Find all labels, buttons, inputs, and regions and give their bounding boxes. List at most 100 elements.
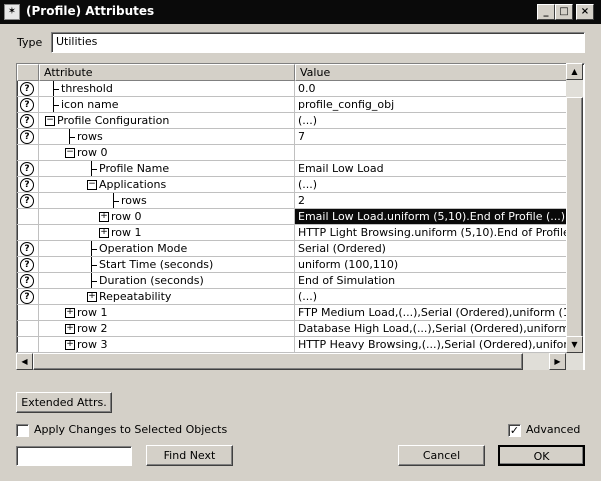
value-cell[interactable]: Serial (Ordered) — [295, 241, 567, 257]
attribute-cell[interactable]: icon name — [39, 97, 295, 113]
help-icon[interactable]: ? — [20, 194, 34, 208]
title-bar[interactable]: ✶ (Profile) Attributes _ □ × — [0, 0, 601, 24]
attribute-cell[interactable]: + row 3 — [39, 337, 295, 353]
tree-line — [53, 89, 59, 90]
horizontal-scrollbar[interactable]: ◀ ▶ — [16, 353, 566, 370]
value-cell[interactable]: Database High Load,(...),Serial (Ordered… — [295, 321, 567, 337]
grid-row[interactable]: ? rows 7 — [17, 129, 567, 145]
maximize-button[interactable]: □ — [555, 4, 573, 20]
advanced-label[interactable]: Advanced — [526, 423, 580, 436]
grid-row[interactable]: + row 0 Email Low Load.uniform (5,10).End … — [17, 209, 567, 225]
value-cell[interactable]: (...) — [295, 113, 567, 129]
help-icon[interactable]: ? — [20, 290, 34, 304]
grid-row[interactable]: ? Profile Name Email Low Load — [17, 161, 567, 177]
value-cell[interactable]: FTP Medium Load,(...),Serial (Ordered),u… — [295, 305, 567, 321]
value-cell[interactable]: uniform (100,110) — [295, 257, 567, 273]
grid-row[interactable]: + row 1 HTTP Light Browsing.uniform (5,10)… — [17, 225, 567, 241]
attribute-cell[interactable]: threshold — [39, 81, 295, 97]
scroll-down-icon[interactable]: ▼ — [566, 336, 583, 353]
grid-row[interactable]: ? + Repeatability (...) — [17, 289, 567, 305]
attribute-label: row 3 — [77, 338, 108, 351]
expand-icon[interactable]: + — [65, 324, 75, 334]
header-attribute[interactable]: Attribute — [39, 64, 295, 81]
grid-row[interactable]: + row 3 HTTP Heavy Browsing,(...),Serial (… — [17, 337, 567, 353]
app-icon: ✶ — [4, 4, 20, 20]
help-icon[interactable]: ? — [20, 274, 34, 288]
minimize-button[interactable]: _ — [537, 4, 555, 20]
attribute-cell[interactable]: + row 2 — [39, 321, 295, 337]
vertical-scrollbar[interactable]: ▲ ▼ — [566, 63, 583, 370]
value-cell[interactable]: profile_config_obj — [295, 97, 567, 113]
value-cell[interactable] — [295, 145, 567, 161]
value-cell[interactable]: 2 — [295, 193, 567, 209]
attribute-cell[interactable]: − Profile Configuration — [39, 113, 295, 129]
grid-row[interactable]: ? threshold 0.0 — [17, 81, 567, 97]
value-cell[interactable]: Email Low Load.uniform (5,10).End of Pro… — [295, 209, 567, 225]
apply-changes-checkbox[interactable] — [16, 424, 29, 437]
attribute-cell[interactable]: rows — [39, 129, 295, 145]
scroll-up-icon[interactable]: ▲ — [566, 63, 583, 80]
close-button[interactable]: × — [576, 4, 594, 20]
extended-attrs-button[interactable]: Extended Attrs. — [16, 392, 112, 413]
grid-row[interactable]: ? Duration (seconds) End of Simulation — [17, 273, 567, 289]
collapse-icon[interactable]: − — [65, 148, 75, 158]
header-value[interactable]: Value — [295, 64, 567, 81]
advanced-checkbox[interactable]: ✓ — [508, 424, 521, 437]
attribute-cell[interactable]: − Applications — [39, 177, 295, 193]
grid-row[interactable]: ? − Profile Configuration (...) — [17, 113, 567, 129]
value-cell[interactable]: 0.0 — [295, 81, 567, 97]
expand-icon[interactable]: + — [65, 308, 75, 318]
scroll-thumb[interactable] — [566, 97, 583, 343]
cancel-button[interactable]: Cancel — [398, 445, 485, 466]
grid-row[interactable]: − row 0 — [17, 145, 567, 161]
expand-icon[interactable]: + — [99, 228, 109, 238]
help-icon[interactable]: ? — [20, 130, 34, 144]
attribute-cell[interactable]: + row 1 — [39, 305, 295, 321]
grid-row[interactable]: ? Start Time (seconds) uniform (100,110) — [17, 257, 567, 273]
apply-changes-label[interactable]: Apply Changes to Selected Objects — [34, 423, 227, 436]
grid-row[interactable]: ? icon name profile_config_obj — [17, 97, 567, 113]
grid-row[interactable]: + row 2 Database High Load,(...),Serial (O… — [17, 321, 567, 337]
help-icon[interactable]: ? — [20, 98, 34, 112]
value-cell[interactable]: (...) — [295, 177, 567, 193]
attribute-cell[interactable]: + row 0 — [39, 209, 295, 225]
attribute-cell[interactable]: Profile Name — [39, 161, 295, 177]
grid-row[interactable]: ? rows 2 — [17, 193, 567, 209]
grid-row[interactable]: ? − Applications (...) — [17, 177, 567, 193]
hscroll-thumb[interactable] — [33, 353, 523, 370]
value-cell[interactable]: End of Simulation — [295, 273, 567, 289]
help-icon[interactable]: ? — [20, 82, 34, 96]
value-cell[interactable]: Email Low Load — [295, 161, 567, 177]
attribute-cell[interactable]: + row 1 — [39, 225, 295, 241]
attribute-cell[interactable]: − row 0 — [39, 145, 295, 161]
grid-row[interactable]: + row 1 FTP Medium Load,(...),Serial (Orde… — [17, 305, 567, 321]
attribute-cell[interactable]: Start Time (seconds) — [39, 257, 295, 273]
find-input[interactable] — [16, 446, 132, 466]
attribute-cell[interactable]: rows — [39, 193, 295, 209]
expand-icon[interactable]: + — [87, 292, 97, 302]
help-icon[interactable]: ? — [20, 114, 34, 128]
grid-row[interactable]: ? Operation Mode Serial (Ordered) — [17, 241, 567, 257]
attribute-cell[interactable]: Duration (seconds) — [39, 273, 295, 289]
scroll-left-icon[interactable]: ◀ — [16, 353, 33, 370]
value-cell[interactable]: HTTP Light Browsing.uniform (5,10).End o… — [295, 225, 567, 241]
collapse-icon[interactable]: − — [87, 180, 97, 190]
value-cell[interactable]: 7 — [295, 129, 567, 145]
help-icon[interactable]: ? — [20, 242, 34, 256]
value-cell[interactable]: (...) — [295, 289, 567, 305]
attribute-cell[interactable]: Operation Mode — [39, 241, 295, 257]
value-cell[interactable]: HTTP Heavy Browsing,(...),Serial (Ordere… — [295, 337, 567, 353]
expand-icon[interactable]: + — [65, 340, 75, 350]
attribute-grid[interactable]: Attribute Value ? threshold 0.0? icon name p… — [16, 63, 585, 370]
ok-button[interactable]: OK — [498, 445, 585, 466]
help-icon[interactable]: ? — [20, 258, 34, 272]
help-icon[interactable]: ? — [20, 162, 34, 176]
type-field[interactable]: Utilities — [51, 32, 585, 53]
help-cell: ? — [17, 193, 39, 209]
find-next-button[interactable]: Find Next — [146, 445, 233, 466]
scroll-right-icon[interactable]: ▶ — [549, 353, 566, 370]
attribute-cell[interactable]: + Repeatability — [39, 289, 295, 305]
expand-icon[interactable]: + — [99, 212, 109, 222]
collapse-icon[interactable]: − — [45, 116, 55, 126]
help-icon[interactable]: ? — [20, 178, 34, 192]
